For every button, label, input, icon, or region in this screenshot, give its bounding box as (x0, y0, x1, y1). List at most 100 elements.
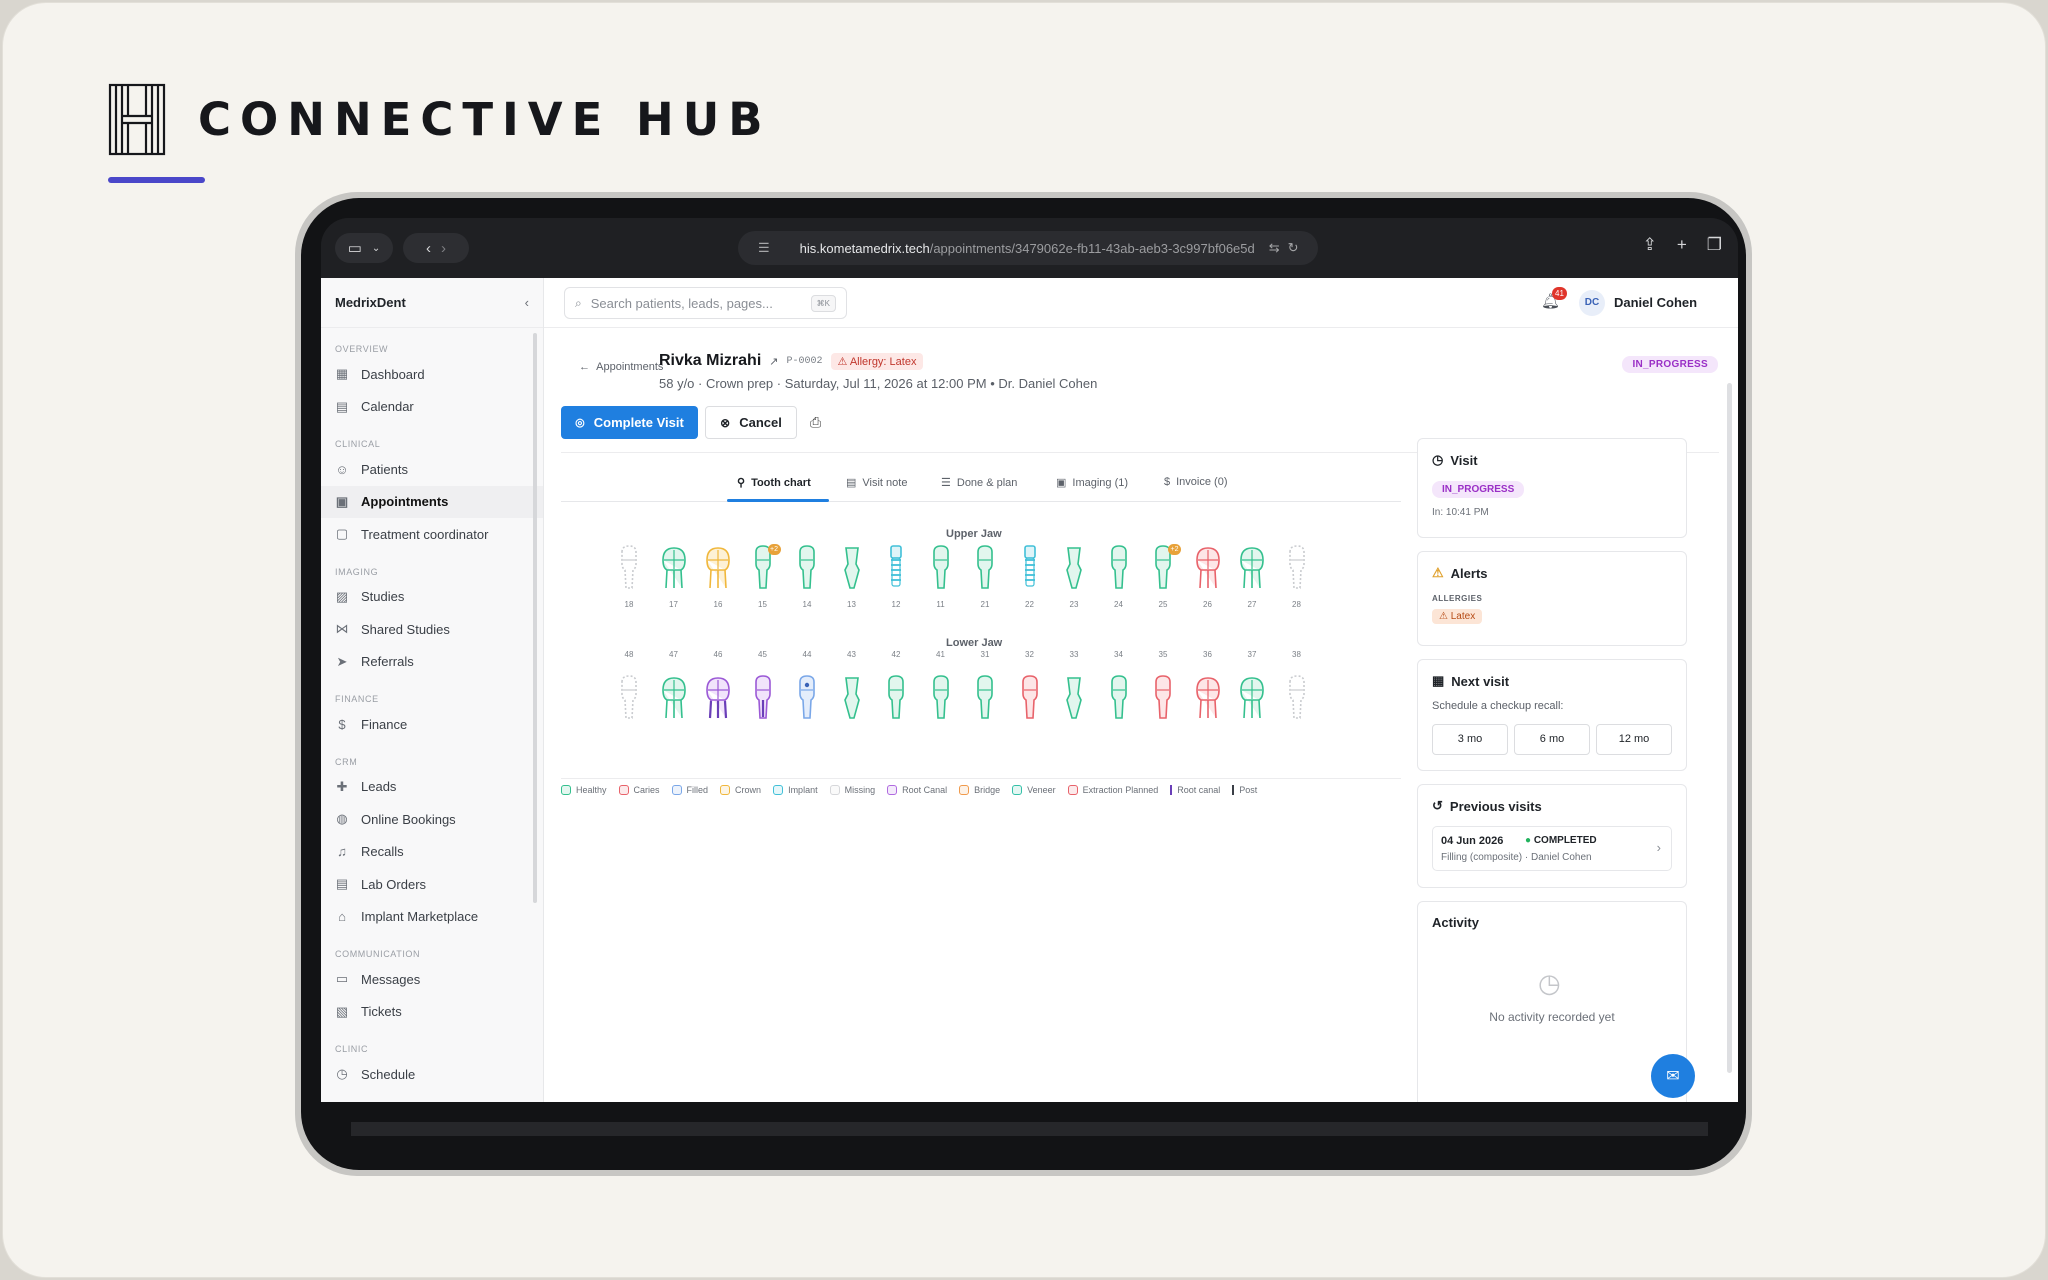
tooth-26[interactable] (1193, 540, 1223, 592)
tooth-14[interactable] (792, 540, 822, 592)
tabs-overview-icon[interactable]: ❐ (1707, 235, 1722, 255)
share-icon[interactable]: ⇪ (1643, 235, 1657, 255)
tooth-42[interactable] (881, 670, 911, 722)
tooth-34[interactable] (1104, 670, 1134, 722)
sidebar-item-online-bookings[interactable]: ◍ Online Bookings (321, 803, 543, 836)
tooth-46[interactable] (703, 670, 733, 722)
cancel-button[interactable]: ⊗ Cancel (705, 406, 797, 439)
next-visit-title: ▦ Next visit (1432, 673, 1509, 689)
sidebar-toggle-button[interactable]: ▭ ⌄ (335, 233, 393, 263)
recall-12mo-button[interactable]: 12 mo (1596, 724, 1672, 755)
tooth-44[interactable] (792, 670, 822, 722)
url-host: his.kometamedrix.tech (799, 240, 930, 256)
tooth-41[interactable] (926, 670, 956, 722)
tooth-21[interactable] (970, 540, 1000, 592)
tooth-number: 32 (1025, 650, 1034, 659)
tooth-45[interactable] (748, 670, 778, 722)
complete-visit-button[interactable]: ◎ Complete Visit (561, 406, 698, 439)
collapse-sidebar-icon[interactable]: ‹ (525, 295, 529, 310)
tooth-13[interactable] (837, 540, 867, 592)
tooth-11[interactable] (926, 540, 956, 592)
tooth-43[interactable] (837, 670, 867, 722)
sidebar-item-recalls[interactable]: ♫ Recalls (321, 836, 543, 869)
tab-invoice[interactable]: $ Invoice (0) (1164, 476, 1227, 488)
laptop-screen: ▭ ⌄ ‹ › ☰ his.kometamedrix.tech/appointmen… (321, 218, 1738, 1102)
sidebar-item-implant-marketplace[interactable]: ⌂ Implant Marketplace (321, 901, 543, 934)
tab-done-plan[interactable]: ☰ Done & plan (941, 476, 1017, 490)
recall-6mo-button[interactable]: 6 mo (1514, 724, 1590, 755)
legend-item: Healthy (561, 785, 607, 795)
allergy-badge-label: Allergy: Latex (849, 355, 917, 368)
previous-visit-item[interactable]: 04 Jun 2026 ● COMPLETED Filling (composi… (1432, 826, 1672, 871)
chat-icon: ✉ (1666, 1068, 1680, 1085)
tooth-28[interactable] (1282, 540, 1312, 592)
main-scrollbar[interactable] (1727, 383, 1732, 1073)
sidebar-nav: OVERVIEW ▦ Dashboard ▤ Calendar CLINICAL ☺ Pati… (321, 336, 543, 1091)
tooth-33[interactable] (1059, 670, 1089, 722)
external-link-icon[interactable]: ↗ (769, 355, 778, 368)
sidebar-item-label: Leads (361, 779, 397, 795)
sidebar-item-appointments[interactable]: ▣ Appointments (321, 485, 543, 518)
tooth-23[interactable] (1059, 540, 1089, 592)
sidebar-item-tickets[interactable]: ▧ Tickets (321, 996, 543, 1029)
sidebar-item-patients[interactable]: ☺ Patients (321, 453, 543, 486)
sidebar-scrollbar[interactable] (533, 333, 537, 903)
tab-imaging[interactable]: ▣ Imaging (1) (1056, 476, 1129, 490)
forward-arrow-icon[interactable]: › (441, 240, 446, 257)
sidebar-item-studies[interactable]: ▨ Studies (321, 581, 543, 614)
tab-bar: ⚲ Tooth chart ▤ Visit note ☰ Done & plan ▣ I… (561, 468, 1401, 502)
tooth-number: 35 (1158, 650, 1168, 659)
recall-3mo-button[interactable]: 3 mo (1432, 724, 1508, 755)
tooth-12[interactable] (881, 540, 911, 592)
tooth-16[interactable] (703, 540, 733, 592)
tooth-31[interactable] (970, 670, 1000, 722)
tooth-47[interactable] (659, 670, 689, 722)
tooth-22[interactable] (1015, 540, 1045, 592)
sidebar-item-label: Online Bookings (361, 811, 456, 827)
sidebar-section-label: IMAGING (335, 566, 379, 577)
search-input[interactable]: ⌕ Search patients, leads, pages... ⌘K (564, 287, 847, 319)
chat-fab-button[interactable]: ✉ (1651, 1054, 1695, 1098)
sidebar-item-shared-studies[interactable]: ⋈ Shared Studies (321, 613, 543, 646)
tab-label: Imaging (1) (1072, 476, 1129, 489)
tooth-number: 46 (713, 650, 723, 659)
sidebar-item-leads[interactable]: ✚ Leads (321, 771, 543, 804)
tooth-38[interactable] (1282, 670, 1312, 722)
tooth-36[interactable] (1193, 670, 1223, 722)
sidebar-item-messages[interactable]: ▭ Messages (321, 963, 543, 996)
sidebar-item-calendar[interactable]: ▤ Calendar (321, 391, 543, 424)
sidebar-item-schedule[interactable]: ◷ Schedule (321, 1058, 543, 1091)
tab-visit-note[interactable]: ▤ Visit note (846, 476, 907, 490)
legend-item: Root Canal (887, 785, 947, 795)
tooth-18[interactable] (614, 540, 644, 592)
new-tab-icon[interactable]: + (1677, 235, 1687, 255)
user-name[interactable]: Daniel Cohen (1614, 295, 1697, 310)
next-visit-title-label: Next visit (1451, 673, 1510, 689)
legend-swatch (618, 785, 629, 795)
user-avatar[interactable]: DC (1579, 290, 1605, 316)
sidebar-item-dashboard[interactable]: ▦ Dashboard (321, 358, 543, 391)
tooth-32[interactable] (1015, 670, 1045, 722)
translate-icon[interactable]: ⇆ (1269, 240, 1280, 256)
reload-icon[interactable]: ↻ (1288, 240, 1299, 256)
tooth-24[interactable] (1104, 540, 1134, 592)
tooth-number: 43 (847, 650, 856, 659)
tooth-27[interactable] (1237, 540, 1267, 592)
sidebar-item-label: Messages (361, 971, 421, 987)
sidebar-item-lab-orders[interactable]: ▤ Lab Orders (321, 868, 543, 901)
tab-tooth-chart[interactable]: ⚲ Tooth chart (737, 476, 811, 490)
tooth-48[interactable] (614, 670, 644, 722)
url-bar[interactable]: ☰ his.kometamedrix.tech/appointments/347… (738, 231, 1318, 265)
tooth-37[interactable] (1237, 670, 1267, 722)
page-settings-icon[interactable]: ☰ (758, 240, 770, 256)
tooth-17[interactable] (659, 540, 689, 592)
sidebar-item-referrals[interactable]: ➤ Referrals (321, 646, 543, 679)
sidebar-item-finance[interactable]: $ Finance (321, 708, 543, 741)
sidebar-item-treatment-coordinator[interactable]: ▢ Treatment coordinator (321, 518, 543, 551)
legend-item: Post (1232, 785, 1257, 795)
tooth-35[interactable] (1148, 670, 1178, 722)
print-icon[interactable]: ⎙ (810, 414, 821, 431)
legend-label: Missing (844, 785, 876, 795)
back-to-appointments-link[interactable]: ← Appointments (579, 361, 663, 373)
back-arrow-icon[interactable]: ‹ (426, 240, 431, 257)
